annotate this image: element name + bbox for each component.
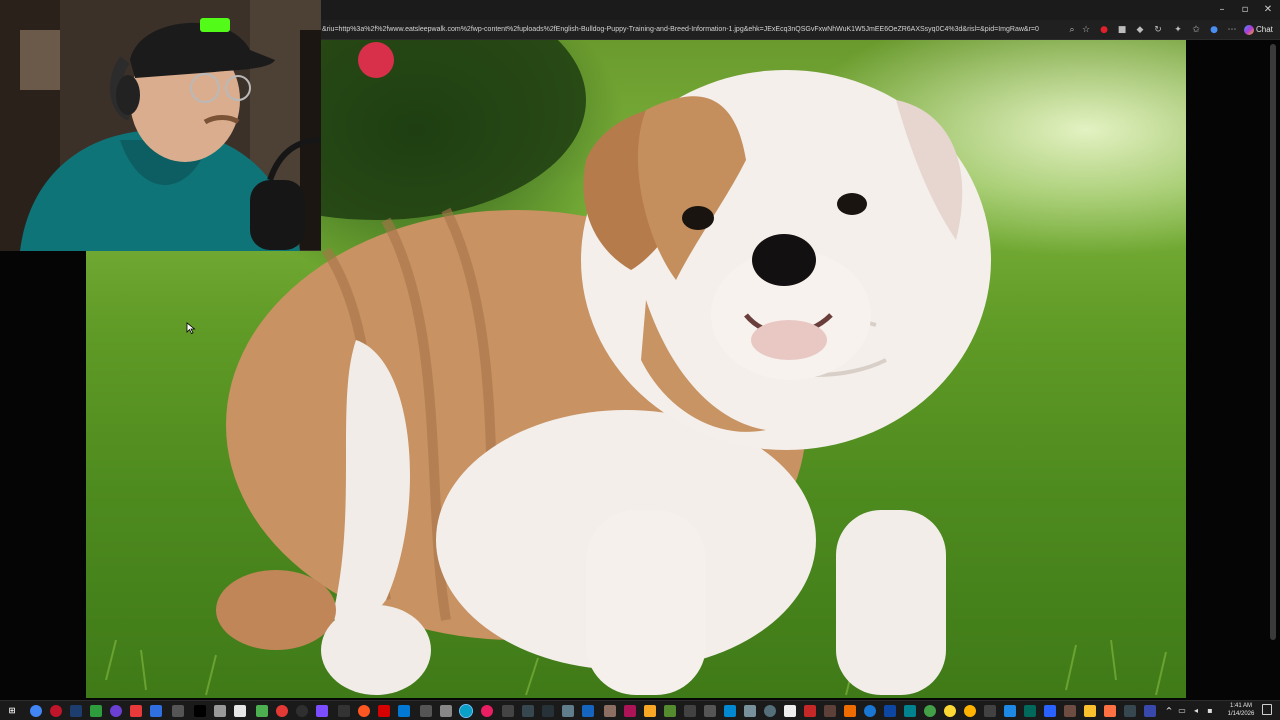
tray-chevron-icon[interactable]: ^ <box>1163 705 1175 717</box>
twitch-icon[interactable] <box>110 705 122 717</box>
steam-icon[interactable] <box>70 705 82 717</box>
refresh-icon[interactable]: ↻ <box>1152 24 1164 36</box>
app-indigo-icon[interactable] <box>1144 705 1156 717</box>
app-leaf-icon[interactable] <box>664 705 676 717</box>
app-settings-icon[interactable] <box>522 705 534 717</box>
clock-time: 1:41 AM <box>1229 703 1252 709</box>
app-cloud-icon[interactable] <box>724 705 736 717</box>
notification-center-icon[interactable] <box>1262 704 1272 715</box>
app-red2-icon[interactable] <box>804 705 816 717</box>
app-fox-icon[interactable] <box>844 705 856 717</box>
app-dark-icon[interactable] <box>296 705 308 717</box>
app-controller-icon[interactable] <box>338 705 350 717</box>
app-w-icon[interactable] <box>1044 705 1056 717</box>
profile-avatar-icon[interactable]: ● <box>1208 24 1220 36</box>
app-purple-icon[interactable] <box>316 705 328 717</box>
app-teal-icon[interactable] <box>904 705 916 717</box>
app-obs-icon[interactable] <box>502 705 514 717</box>
favorites-icon[interactable]: ✩ <box>1190 24 1202 36</box>
app-brown-icon[interactable] <box>824 705 836 717</box>
opera-icon[interactable] <box>50 705 62 717</box>
app-cube-icon[interactable] <box>214 705 226 717</box>
edge-browser-icon[interactable] <box>459 704 473 718</box>
app-grid-icon[interactable] <box>984 705 996 717</box>
app-robot-icon[interactable] <box>562 705 574 717</box>
app-green2-icon[interactable] <box>924 705 936 717</box>
clock-date: 1/14/2026 <box>1227 711 1255 717</box>
app-blue2-icon[interactable] <box>864 705 876 717</box>
app-dark-teal-icon[interactable] <box>1024 705 1036 717</box>
taskbar-clock[interactable]: 1:41 AM 1/14/2026 <box>1223 702 1259 718</box>
app-doc-icon[interactable] <box>784 705 796 717</box>
app-monitor-icon[interactable] <box>582 705 594 717</box>
maximize-button[interactable]: ▫ <box>1237 3 1253 17</box>
streamer-webcam-feed <box>0 0 321 251</box>
app-shield-icon[interactable] <box>684 705 696 717</box>
app-orange-icon[interactable] <box>358 705 370 717</box>
more-menu-icon[interactable]: ⋯ <box>1226 24 1238 36</box>
app-misc-icon[interactable] <box>704 705 716 717</box>
tray-network-icon[interactable]: ▭ <box>1176 705 1188 717</box>
extension-shield-icon[interactable]: ◆ <box>1134 24 1146 36</box>
xbox-icon[interactable] <box>90 705 102 717</box>
app-tools-icon[interactable] <box>744 705 756 717</box>
minimize-button[interactable]: – <box>1214 3 1230 17</box>
desktop-screen: – ▫ ✕ &riu=http%3a%2f%2fwww.eatsleepwalk… <box>0 0 1280 720</box>
close-button[interactable]: ✕ <box>1260 3 1276 17</box>
app-magenta-icon[interactable] <box>624 705 636 717</box>
app-bolt-icon[interactable] <box>378 705 390 717</box>
extension-square-icon[interactable]: ■ <box>1116 24 1128 36</box>
app-green-icon[interactable] <box>256 705 268 717</box>
notepad-icon[interactable] <box>234 705 246 717</box>
mouse-cursor-icon <box>186 322 196 334</box>
app-record-icon[interactable] <box>276 705 288 717</box>
windows-taskbar: ⊞ ^ ▭ ◂ ▪ <box>0 700 1280 720</box>
webcam-overlay <box>0 0 321 251</box>
start-button-icon[interactable]: ⊞ <box>6 705 18 717</box>
favorite-star-icon[interactable]: ☆ <box>1080 24 1092 36</box>
app-yellow2-icon[interactable] <box>944 705 956 717</box>
app-c-icon[interactable] <box>398 705 410 717</box>
extension-red-icon[interactable]: ● <box>1098 24 1110 36</box>
app-blue-icon[interactable] <box>150 705 162 717</box>
app-red-icon[interactable] <box>130 705 142 717</box>
app-amber-icon[interactable] <box>964 705 976 717</box>
app-coral-icon[interactable] <box>1104 705 1116 717</box>
app-gray-icon[interactable] <box>172 705 184 717</box>
app-slate-icon[interactable] <box>1124 705 1136 717</box>
copilot-chat-button[interactable]: Chat <box>1244 23 1273 37</box>
app-pink-icon[interactable] <box>481 705 493 717</box>
vertical-scrollbar[interactable] <box>1270 44 1276 640</box>
tray-language-icon[interactable]: ▪ <box>1204 705 1216 717</box>
app-z-icon[interactable] <box>194 705 206 717</box>
app-photo-icon[interactable] <box>604 705 616 717</box>
app-vs-icon[interactable] <box>1004 705 1016 717</box>
app-gear-icon[interactable] <box>440 705 452 717</box>
app-tool-icon[interactable] <box>420 705 432 717</box>
app-castle-icon[interactable] <box>1064 705 1076 717</box>
chrome-icon[interactable] <box>30 705 42 717</box>
tray-volume-icon[interactable]: ◂ <box>1190 705 1202 717</box>
copilot-icon <box>1244 24 1254 35</box>
app-ps-icon[interactable] <box>884 705 896 717</box>
extensions-puzzle-icon[interactable]: ✦ <box>1172 24 1184 36</box>
app-yellow-icon[interactable] <box>644 705 656 717</box>
app-r-icon[interactable] <box>542 705 554 717</box>
app-circle-icon[interactable] <box>764 705 776 717</box>
address-bar[interactable]: &riu=http%3a%2f%2fwww.eatsleepwalk.com%2… <box>322 22 1082 38</box>
zoom-icon[interactable]: ⌕ <box>1066 24 1078 36</box>
file-explorer-icon[interactable] <box>1084 705 1096 717</box>
